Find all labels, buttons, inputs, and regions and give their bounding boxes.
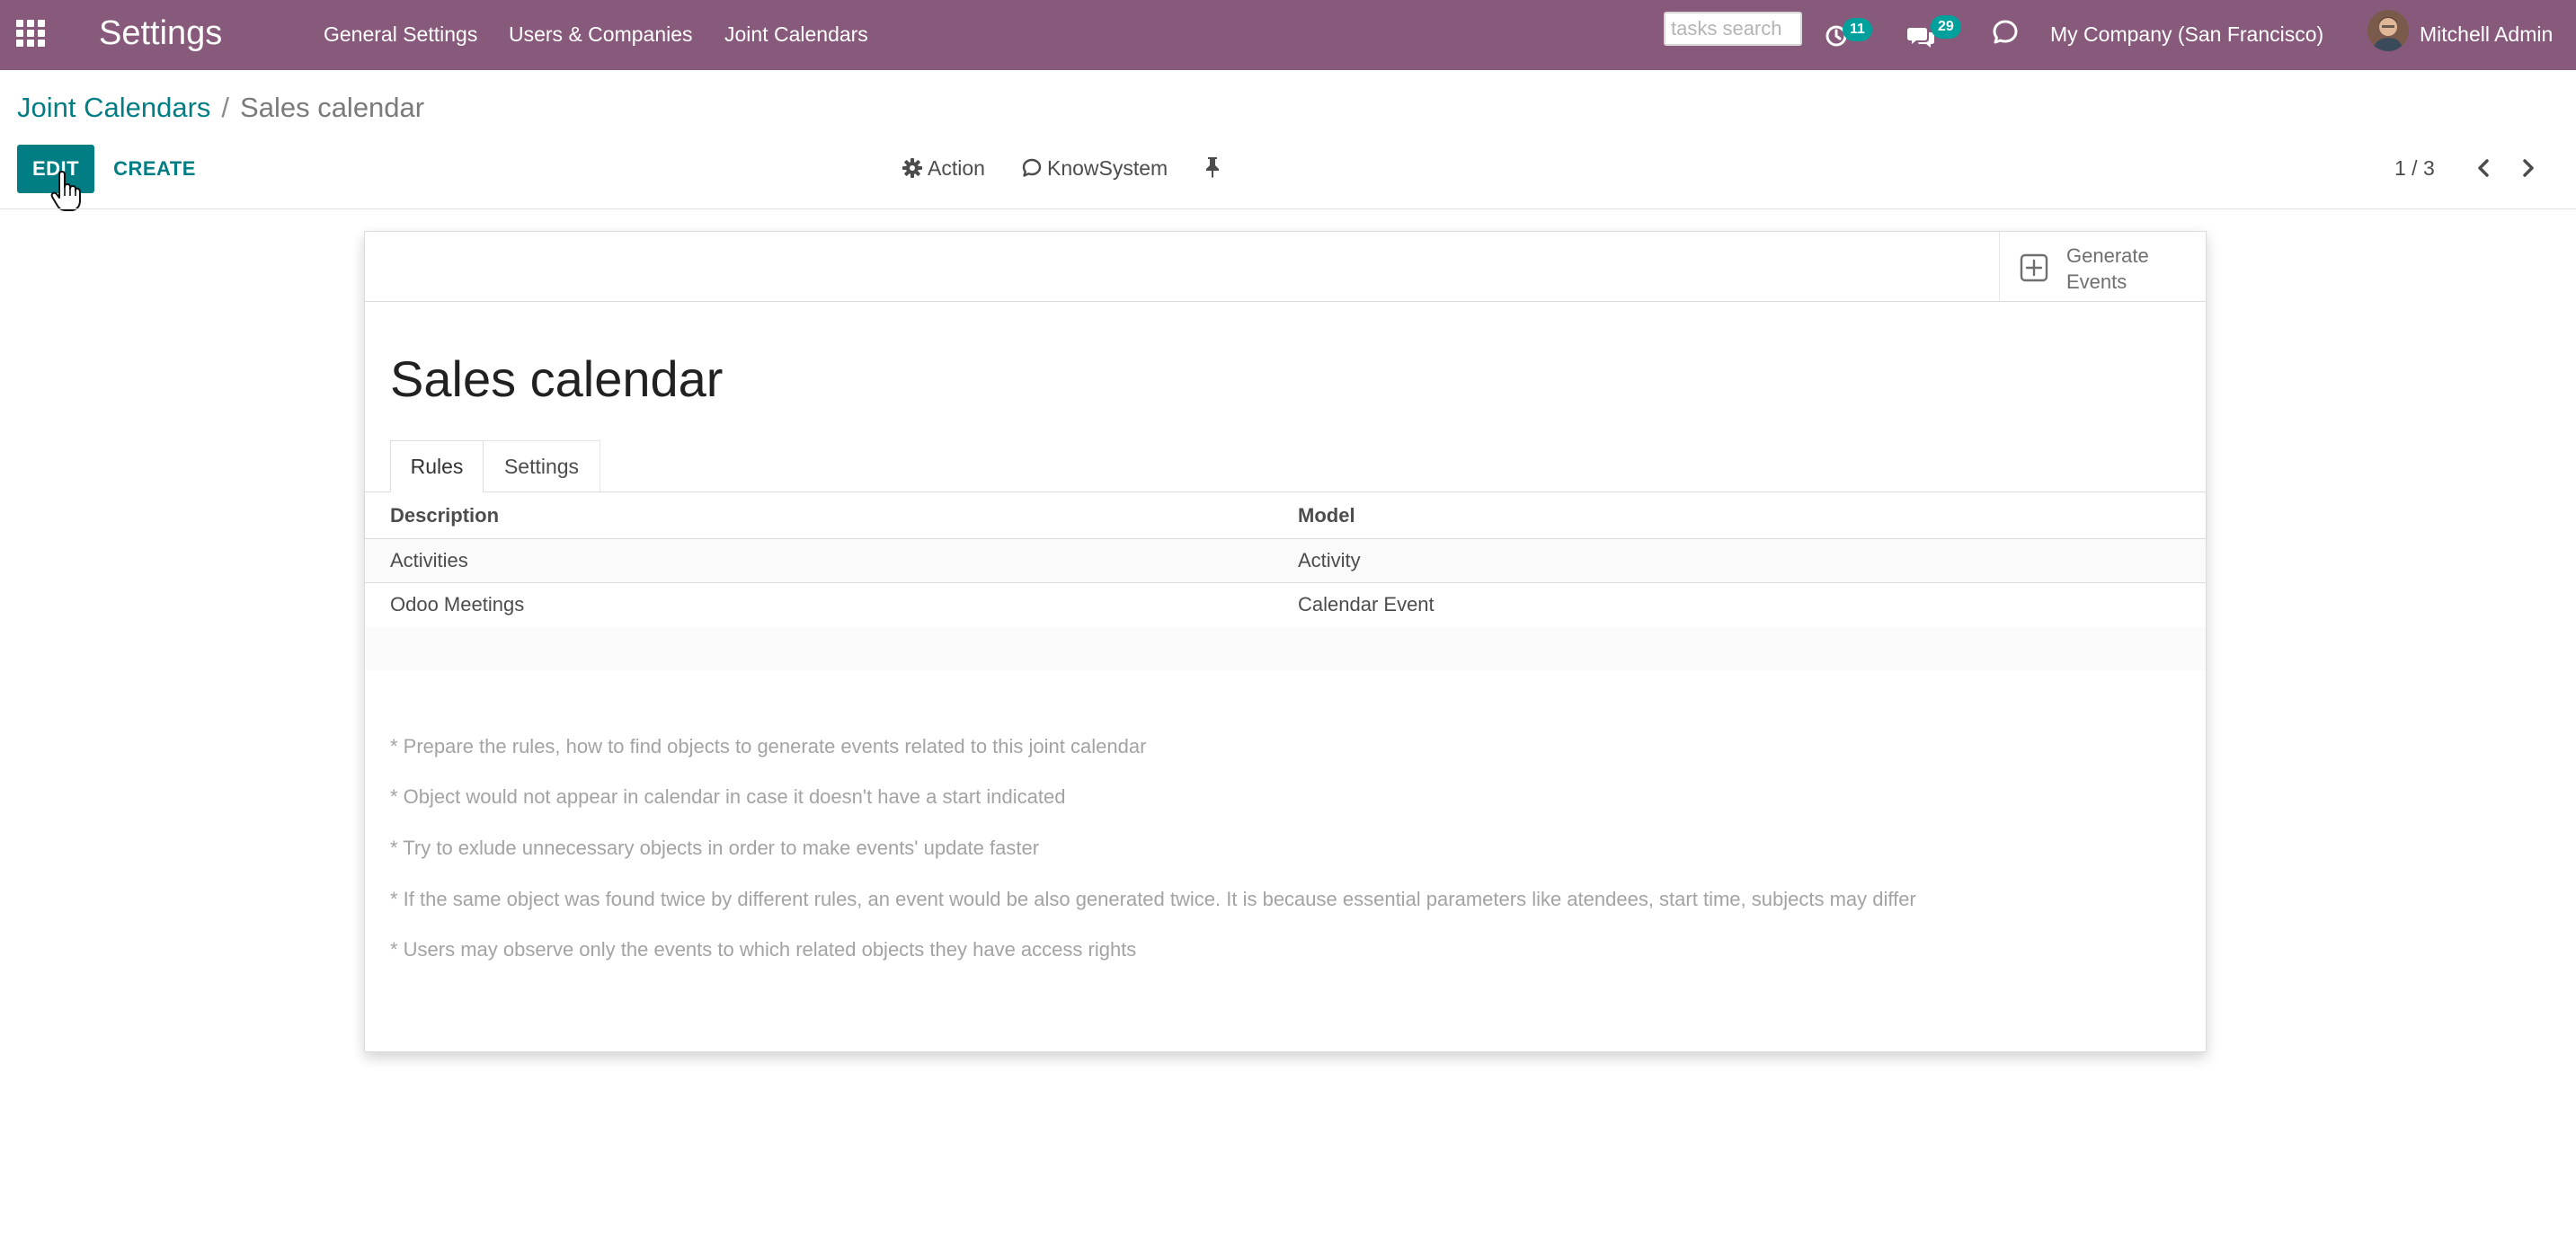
help-note: * Prepare the rules, how to find objects… xyxy=(390,735,1147,757)
knowsystem-bubble-icon xyxy=(1022,158,1042,177)
column-header-model[interactable]: Model xyxy=(1298,503,1355,528)
table-empty-row xyxy=(365,627,2206,670)
gear-icon xyxy=(902,158,922,178)
row-description: Activities xyxy=(390,549,468,571)
tasks-search-input[interactable] xyxy=(1664,12,1802,46)
hand-pointer-cursor-icon xyxy=(50,171,81,211)
breadcrumb: Joint Calendars / Sales calendar xyxy=(17,90,424,126)
column-header-description[interactable]: Description xyxy=(390,503,499,528)
tab-rules[interactable]: Rules xyxy=(390,440,484,492)
table-row[interactable]: Activities Activity xyxy=(365,539,2206,583)
plus-square-icon xyxy=(2020,253,2048,282)
messages-menu[interactable]: 29 xyxy=(1907,15,1970,54)
action-dropdown[interactable]: Action xyxy=(902,155,985,182)
knowsystem-label: KnowSystem xyxy=(1047,156,1168,180)
activity-count-badge: 11 xyxy=(1843,18,1872,41)
control-panel-divider xyxy=(0,208,2576,209)
app-title[interactable]: Settings xyxy=(99,13,222,54)
pin-icon[interactable] xyxy=(1204,156,1221,178)
user-name[interactable]: Mitchell Admin xyxy=(2420,22,2553,47)
row-model: Calendar Event xyxy=(1298,593,1435,616)
rules-table-header: Description Model xyxy=(365,492,2206,539)
menu-users-companies[interactable]: Users & Companies xyxy=(509,22,693,47)
generate-events-button[interactable]: Generate Events xyxy=(1999,232,2206,301)
help-note: * Try to exlude unnecessary objects in o… xyxy=(390,837,1040,859)
create-button[interactable]: CREATE xyxy=(103,145,206,193)
row-description: Odoo Meetings xyxy=(390,593,525,616)
user-avatar-image xyxy=(2367,10,2409,51)
chevron-right-icon[interactable] xyxy=(2515,155,2542,182)
help-note: * Object would not appear in calendar in… xyxy=(390,785,1066,808)
chevron-left-icon[interactable] xyxy=(2470,155,2497,182)
message-count-badge: 29 xyxy=(1931,15,1961,39)
action-label: Action xyxy=(928,156,985,180)
company-switcher[interactable]: My Company (San Francisco) xyxy=(2050,22,2323,47)
menu-joint-calendars[interactable]: Joint Calendars xyxy=(724,22,868,47)
help-note: * If the same object was found twice by … xyxy=(390,888,1916,910)
record-title: Sales calendar xyxy=(390,350,724,407)
user-avatar[interactable] xyxy=(2367,10,2409,51)
generate-events-label: Generate Events xyxy=(2066,244,2149,293)
form-sheet: Generate Events Sales calendar Rules Set… xyxy=(364,231,2207,1052)
help-note: * Users may observe only the events to w… xyxy=(390,938,1137,961)
apps-grid-icon[interactable] xyxy=(16,18,47,49)
tab-settings[interactable]: Settings xyxy=(484,440,600,492)
activities-menu[interactable]: 11 xyxy=(1825,18,1875,54)
breadcrumb-separator: / xyxy=(221,92,230,123)
discuss-bubble-icon[interactable] xyxy=(1991,18,2020,47)
button-box-divider xyxy=(365,301,2206,302)
breadcrumb-current: Sales calendar xyxy=(240,92,425,123)
top-navbar: Settings General Settings Users & Compan… xyxy=(0,0,2576,70)
knowsystem-button[interactable]: KnowSystem xyxy=(1022,155,1168,182)
breadcrumb-parent-link[interactable]: Joint Calendars xyxy=(17,92,210,123)
pager-value[interactable]: 1 / 3 xyxy=(2394,155,2435,182)
row-model: Activity xyxy=(1298,549,1361,571)
table-row[interactable]: Odoo Meetings Calendar Event xyxy=(365,583,2206,627)
menu-general-settings[interactable]: General Settings xyxy=(324,22,477,47)
